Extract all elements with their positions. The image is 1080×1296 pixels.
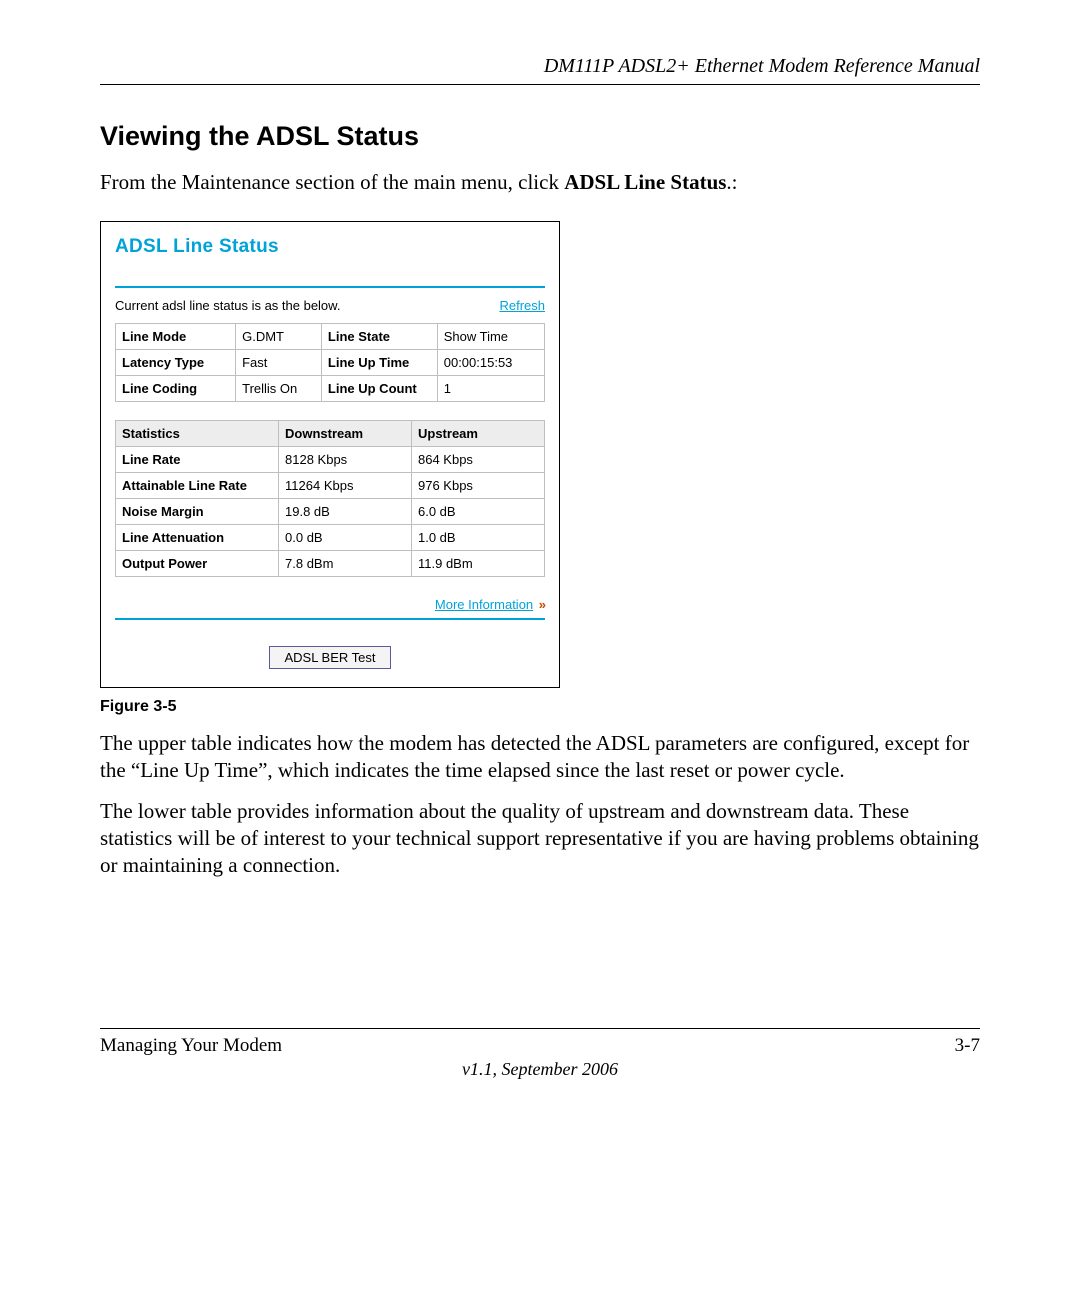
cell-label: Output Power bbox=[116, 551, 279, 577]
divider bbox=[115, 618, 545, 620]
cell-value: 00:00:15:53 bbox=[437, 350, 544, 376]
intro-text-post: .: bbox=[726, 170, 737, 194]
chevron-right-icon: » bbox=[536, 597, 545, 612]
adsl-stats-table: Statistics Downstream Upstream Line Rate… bbox=[115, 420, 545, 577]
table-row: Output Power 7.8 dBm 11.9 dBm bbox=[116, 551, 545, 577]
table-row: Attainable Line Rate 11264 Kbps 976 Kbps bbox=[116, 473, 545, 499]
cell-value: Trellis On bbox=[236, 376, 322, 402]
cell-value: 976 Kbps bbox=[412, 473, 545, 499]
panel-title: ADSL Line Status bbox=[115, 236, 545, 258]
cell-label: Line Up Time bbox=[321, 350, 437, 376]
cell-value: G.DMT bbox=[236, 324, 322, 350]
adsl-status-screenshot: ADSL Line Status Current adsl line statu… bbox=[100, 221, 560, 688]
cell-label: Attainable Line Rate bbox=[116, 473, 279, 499]
cell-label: Line Attenuation bbox=[116, 525, 279, 551]
intro-text-bold: ADSL Line Status bbox=[564, 170, 726, 194]
cell-value: 7.8 dBm bbox=[279, 551, 412, 577]
col-header: Upstream bbox=[412, 421, 545, 447]
cell-value: Fast bbox=[236, 350, 322, 376]
cell-label: Line Up Count bbox=[321, 376, 437, 402]
cell-value: 864 Kbps bbox=[412, 447, 545, 473]
more-information-link[interactable]: More Information bbox=[435, 597, 533, 612]
intro-text-pre: From the Maintenance section of the main… bbox=[100, 170, 564, 194]
cell-value: 6.0 dB bbox=[412, 499, 545, 525]
cell-label: Line State bbox=[321, 324, 437, 350]
table-row: Line Coding Trellis On Line Up Count 1 bbox=[116, 376, 545, 402]
table-row: Line Mode G.DMT Line State Show Time bbox=[116, 324, 545, 350]
table-row: Line Rate 8128 Kbps 864 Kbps bbox=[116, 447, 545, 473]
table-row: Noise Margin 19.8 dB 6.0 dB bbox=[116, 499, 545, 525]
adsl-params-table: Line Mode G.DMT Line State Show Time Lat… bbox=[115, 323, 545, 402]
footer-section-name: Managing Your Modem bbox=[100, 1035, 282, 1057]
table-row: Latency Type Fast Line Up Time 00:00:15:… bbox=[116, 350, 545, 376]
col-header: Statistics bbox=[116, 421, 279, 447]
status-text: Current adsl line status is as the below… bbox=[115, 298, 340, 313]
figure-caption: Figure 3-5 bbox=[100, 698, 980, 716]
col-header: Downstream bbox=[279, 421, 412, 447]
table-header-row: Statistics Downstream Upstream bbox=[116, 421, 545, 447]
cell-value: 1 bbox=[437, 376, 544, 402]
section-heading: Viewing the ADSL Status bbox=[100, 121, 980, 152]
page-footer: Managing Your Modem 3-7 v1.1, September … bbox=[100, 1028, 980, 1080]
divider bbox=[115, 286, 545, 288]
footer-version: v1.1, September 2006 bbox=[100, 1059, 980, 1080]
table-row: Line Attenuation 0.0 dB 1.0 dB bbox=[116, 525, 545, 551]
cell-value: Show Time bbox=[437, 324, 544, 350]
cell-value: 11264 Kbps bbox=[279, 473, 412, 499]
cell-value: 8128 Kbps bbox=[279, 447, 412, 473]
refresh-link[interactable]: Refresh bbox=[499, 298, 545, 313]
page-header: DM111P ADSL2+ Ethernet Modem Reference M… bbox=[100, 55, 980, 85]
cell-label: Line Mode bbox=[116, 324, 236, 350]
cell-value: 19.8 dB bbox=[279, 499, 412, 525]
cell-value: 11.9 dBm bbox=[412, 551, 545, 577]
adsl-ber-test-button[interactable]: ADSL BER Test bbox=[269, 646, 390, 669]
cell-label: Line Rate bbox=[116, 447, 279, 473]
cell-label: Latency Type bbox=[116, 350, 236, 376]
intro-paragraph: From the Maintenance section of the main… bbox=[100, 170, 980, 195]
cell-label: Noise Margin bbox=[116, 499, 279, 525]
body-paragraph-1: The upper table indicates how the modem … bbox=[100, 730, 980, 784]
cell-value: 0.0 dB bbox=[279, 525, 412, 551]
body-paragraph-2: The lower table provides information abo… bbox=[100, 798, 980, 879]
footer-page-number: 3-7 bbox=[955, 1035, 980, 1057]
cell-value: 1.0 dB bbox=[412, 525, 545, 551]
cell-label: Line Coding bbox=[116, 376, 236, 402]
